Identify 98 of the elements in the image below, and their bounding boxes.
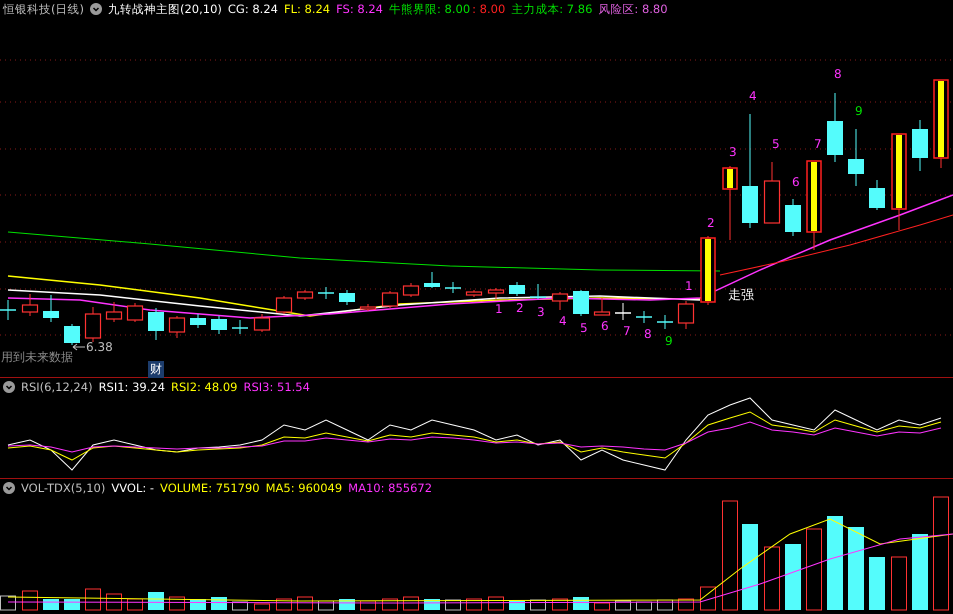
candlestick [445,282,461,294]
candlestick [22,294,38,316]
candlestick [848,128,864,186]
candlestick [296,290,314,300]
count-label: 4 [749,89,757,103]
candlestick [827,92,843,162]
candlestick [700,236,716,306]
indicator-value: MA5: 960049 [266,481,342,495]
candlestick [106,302,122,322]
indicator-value: RSI3: 51.54 [243,380,310,394]
candlestick [509,282,525,296]
volume-bar [594,602,610,610]
volume-bar [891,556,907,610]
count-label: 8 [834,67,842,81]
candlestick [785,198,801,236]
candlestick [573,290,589,316]
dropdown-icon[interactable] [3,482,15,494]
candlestick [764,162,780,224]
candlestick [190,314,206,328]
candlestick [0,300,16,320]
candlestick [276,296,292,314]
arrow-icon [72,343,86,351]
volume-bar [700,586,716,610]
candlestick [126,302,144,322]
count-label: 7 [623,324,631,338]
candlestick [232,320,248,334]
count-label: 2 [516,301,524,315]
count-label: 4 [559,314,567,328]
candlestick [657,314,673,330]
candlestick [488,288,504,300]
indicator-name: RSI(6,12,24) [21,380,93,394]
volume-bar [254,604,270,610]
candlestick [382,290,398,308]
indicator-value: RSI1: 39.24 [98,380,166,394]
trend-label: 走强 [728,287,754,304]
finance-badge[interactable]: 财 [148,361,164,378]
price-label: 6.38 [86,340,113,354]
count-label: 1 [495,302,503,316]
volume-bar [764,546,780,610]
indicator-value: CG: 8.24 [228,2,278,16]
volume-bar [785,544,801,610]
volume-bar [636,602,652,610]
count-label: 7 [814,137,822,151]
candlestick [318,286,334,300]
candlestick [594,298,610,316]
volume-bar [869,557,885,610]
count-label: 6 [792,175,800,189]
indicator-value: RSI2: 48.09 [171,380,238,394]
count-label: 3 [537,305,545,319]
candlestick [678,300,694,330]
candlestick [530,284,546,300]
stock-name: 恒银科技(日线) [3,2,84,16]
candlestick [424,272,440,288]
dropdown-icon[interactable] [90,3,102,15]
indicator-value: 主力成本: 7.86 [511,2,592,16]
volume-bar [232,602,248,610]
indicator-value: 牛熊界限: 8.00 [389,2,470,16]
candlestick [254,314,270,332]
indicator-value: : 8.00 [472,2,506,16]
count-label: 3 [729,145,737,159]
volume-bar [85,588,101,610]
indicator-name: 九转战神主图(20,10) [108,2,222,16]
count-label: 5 [580,321,588,335]
chart-note: 用到未来数据 [1,349,73,366]
indicator-value: FS: 8.24 [336,2,383,16]
candlestick [168,316,186,338]
volume-bar [22,590,38,610]
candlestick [84,306,102,342]
candlestick [211,316,227,334]
indicator-value: MA10: 855672 [348,481,432,495]
candlestick [636,310,652,324]
count-label: 5 [772,137,780,151]
count-label: 8 [644,327,652,341]
indicator-name: VOL-TDX(5,10) [21,481,106,495]
candlestick [148,308,164,340]
candlestick [552,292,568,310]
count-label: 1 [685,279,693,293]
count-label: 6 [601,319,609,333]
indicator-value: 风险区: 8.80 [598,2,668,16]
dropdown-icon[interactable] [3,381,15,393]
candlestick [43,294,59,322]
count-label: 9 [855,104,863,118]
candlestick [402,282,420,298]
volume-bar [615,600,631,610]
count-label: 2 [707,216,715,230]
candlestick [615,302,631,320]
candlestick [64,324,80,346]
indicator-value: VOLUME: 751790 [160,481,260,495]
count-label: 9 [665,334,673,348]
candlestick [869,180,885,210]
candlestick [912,120,928,172]
indicator-value: FL: 8.24 [284,2,330,16]
candlestick [360,304,376,312]
volume-bar [43,599,59,610]
candlestick [339,290,355,306]
indicator-value: VVOL: - [111,481,154,495]
candlestick [466,290,482,298]
volume-bar [64,599,80,610]
